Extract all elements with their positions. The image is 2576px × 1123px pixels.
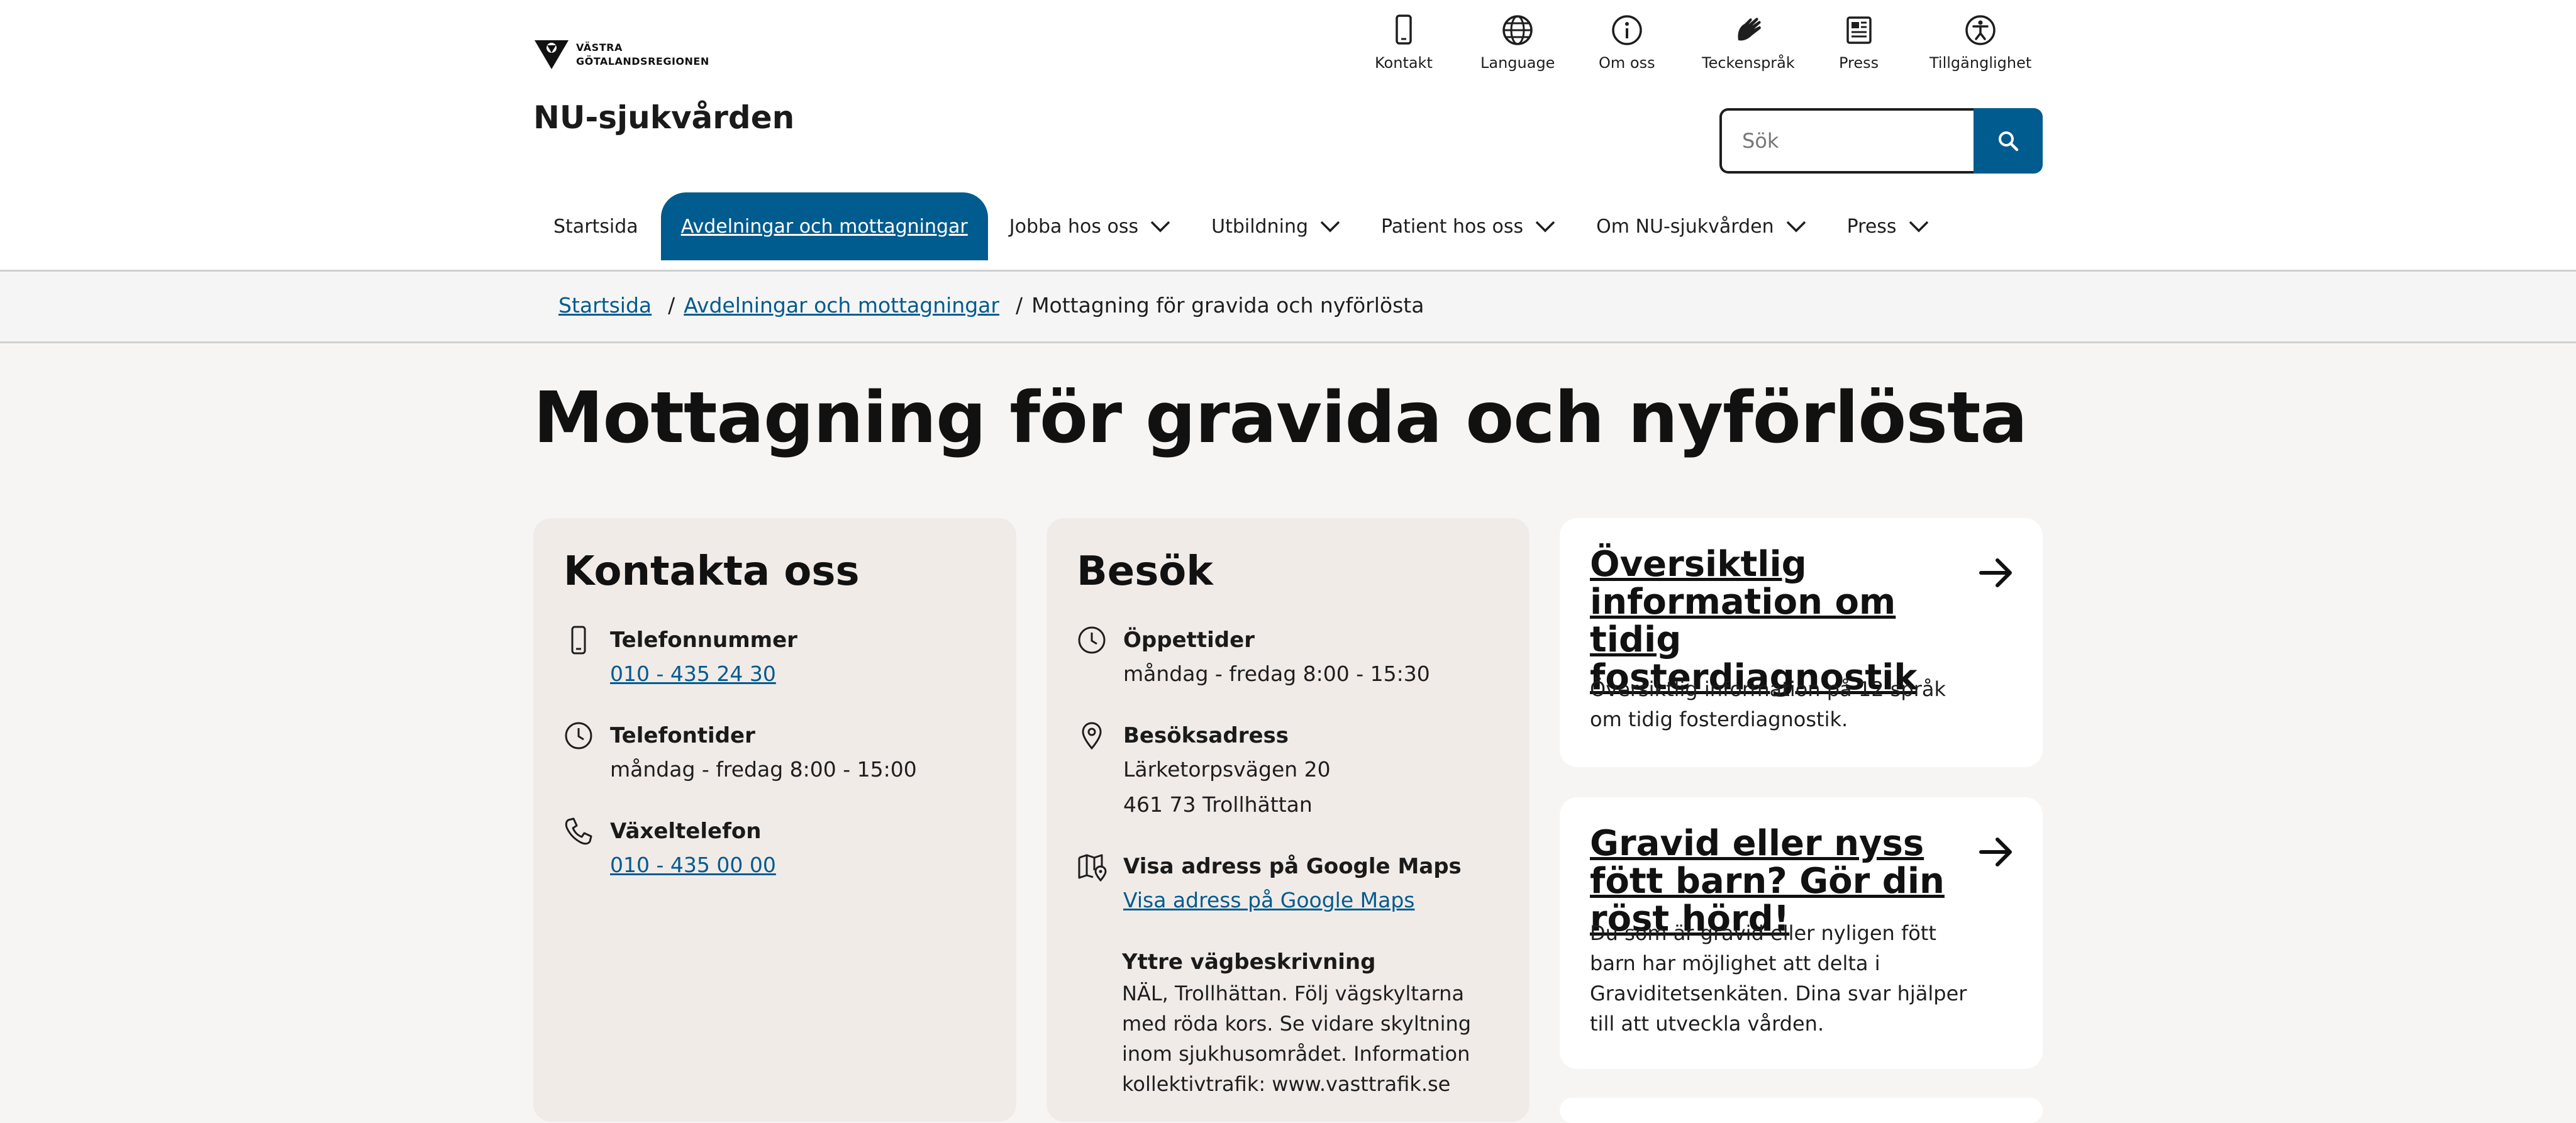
globe-icon [1502, 15, 1533, 45]
maps-label: Visa adress på Google Maps [1123, 854, 1462, 879]
newspaper-icon [1846, 16, 1872, 44]
logo-line1: VÄSTRA [576, 41, 623, 53]
visit-card: Besök Öppettider måndag - fredag 8:00 - … [1046, 518, 1530, 1122]
chevron-down-icon [1909, 221, 1928, 233]
phone-handset-icon [565, 817, 592, 845]
arrow-right-icon [1979, 838, 2012, 866]
main-nav: Startsida Avdelningar och mottagningar J… [533, 192, 1950, 260]
vgr-logo-icon [535, 40, 569, 69]
visit-maps-row: Visa adress på Google Maps Visa adress p… [1077, 850, 1462, 918]
open-hours-label: Öppettider [1123, 628, 1255, 653]
contact-hours-row: Telefontider måndag - fredag 8:00 - 15:0… [564, 719, 917, 787]
switchboard-link[interactable]: 010 - 435 00 00 [610, 848, 776, 883]
util-label: Tillgänglighet [1929, 54, 2032, 72]
util-label: Press [1839, 54, 1879, 72]
phone-label: Telefonnummer [610, 628, 797, 653]
nav-om-nu-sjukvarden[interactable]: Om NU-sjukvården [1576, 192, 1826, 260]
nav-startsida[interactable]: Startsida [533, 192, 658, 260]
clock-icon [565, 722, 592, 750]
phone-link[interactable]: 010 - 435 24 30 [610, 656, 797, 692]
nav-label: Startsida [553, 215, 638, 238]
visit-heading: Besök [1077, 548, 1213, 595]
directions-text: NÄL, Trollhättan. Följ vägskyltarna med … [1122, 982, 1472, 1096]
util-label: Teckenspråk [1702, 54, 1795, 72]
breadcrumb-section[interactable]: Avdelningar och mottagningar [684, 293, 999, 318]
breadcrumb-current: Mottagning för gravida och nyförlösta [1031, 293, 1424, 318]
search-input[interactable] [1719, 108, 1974, 174]
chevron-down-icon [1535, 221, 1555, 233]
nav-label: Press [1846, 215, 1897, 238]
mobile-phone-icon [1396, 14, 1412, 45]
search-form [1719, 108, 2043, 174]
chevron-down-icon [1150, 221, 1170, 233]
breadcrumb-separator: / [1015, 293, 1023, 318]
visit-directions-row: Yttre vägbeskrivning NÄL, Trollhättan. F… [1122, 946, 1506, 1099]
util-link-language[interactable]: Language [1480, 13, 1555, 72]
search-button[interactable] [1974, 108, 2043, 174]
chevron-down-icon [1786, 221, 1806, 233]
visit-address-row: Besöksadress Lärketorpsvägen 20 461 73 T… [1077, 719, 1331, 822]
contact-switchboard-row: Växeltelefon 010 - 435 00 00 [564, 815, 776, 883]
nav-patient-hos-oss[interactable]: Patient hos oss [1361, 192, 1576, 260]
map-icon [1078, 854, 1107, 882]
page-title: Mottagning för gravida och nyförlösta [533, 377, 2028, 459]
util-label: Kontakt [1375, 54, 1433, 72]
info-card-graviditetsenkat[interactable]: Gravid eller nyss fött barn? Gör din rös… [1560, 797, 2043, 1069]
info-card-fosterdiagnostik[interactable]: Översiktlig information om tidig fosterd… [1560, 518, 2043, 767]
nav-utbildning[interactable]: Utbildning [1191, 192, 1361, 260]
site-title[interactable]: NU-sjukvården [533, 99, 794, 136]
util-label: Om oss [1599, 54, 1655, 72]
hours-label: Telefontider [610, 723, 755, 748]
contact-phone-row: Telefonnummer 010 - 435 24 30 [564, 624, 797, 692]
switchboard-label: Växeltelefon [610, 819, 762, 844]
logo-line2: GÖTALANDSREGIONEN [576, 55, 709, 67]
clock-icon [1078, 626, 1106, 654]
accessibility-icon [1965, 15, 1996, 45]
info-card-partial[interactable] [1560, 1098, 2043, 1123]
info-card-text: Översiktlig information på 12 språk om t… [1590, 677, 1946, 731]
nav-jobba-hos-oss[interactable]: Jobba hos oss [989, 192, 1191, 260]
nav-press[interactable]: Press [1827, 192, 1950, 260]
util-link-press[interactable]: Press [1839, 13, 1879, 72]
util-label: Language [1480, 54, 1555, 72]
address-line2: 461 73 Trollhättan [1123, 792, 1313, 817]
nav-label: Om NU-sjukvården [1596, 215, 1774, 238]
nav-label: Jobba hos oss [1009, 215, 1139, 238]
util-link-kontakt[interactable]: Kontakt [1375, 13, 1433, 72]
util-link-tillganglighet[interactable]: Tillgänglighet [1929, 13, 2031, 72]
chevron-down-icon [1320, 221, 1340, 233]
nav-label: Avdelningar och mottagningar [680, 215, 968, 238]
util-link-om-oss[interactable]: Om oss [1599, 13, 1655, 72]
nav-avdelningar[interactable]: Avdelningar och mottagningar [660, 192, 988, 260]
breadcrumb-home[interactable]: Startsida [558, 293, 652, 318]
breadcrumb: Startsida / Avdelningar och mottagningar… [558, 293, 1424, 318]
address-line1: Lärketorpsvägen 20 [1123, 757, 1331, 782]
breadcrumb-separator: / [668, 293, 675, 318]
map-pin-icon [1082, 722, 1102, 750]
site-header: VÄSTRA GÖTALANDSREGIONEN NU-sjukvården K… [0, 0, 2576, 272]
info-card-text: Du som är gravid eller nyligen fött barn… [1590, 921, 1967, 1036]
arrow-right-icon [1979, 558, 2012, 587]
vgr-logo[interactable]: VÄSTRA GÖTALANDSREGIONEN [533, 38, 709, 72]
contact-card: Kontakta oss Telefonnummer 010 - 435 24 … [533, 518, 1016, 1122]
search-icon [1999, 131, 2019, 152]
open-hours-value: måndag - fredag 8:00 - 15:30 [1123, 661, 1430, 686]
visit-hours-row: Öppettider måndag - fredag 8:00 - 15:30 [1077, 624, 1430, 692]
util-link-teckensprak[interactable]: Teckenspråk [1702, 13, 1795, 72]
contact-heading: Kontakta oss [564, 548, 860, 595]
maps-link[interactable]: Visa adress på Google Maps [1123, 883, 1462, 918]
hours-value: måndag - fredag 8:00 - 15:00 [610, 757, 917, 782]
nav-label: Patient hos oss [1381, 215, 1524, 238]
mobile-phone-icon [571, 626, 586, 655]
info-icon [1612, 15, 1642, 45]
directions-label: Yttre vägbeskrivning [1122, 949, 1376, 975]
nav-label: Utbildning [1211, 215, 1309, 238]
address-label: Besöksadress [1123, 723, 1289, 748]
sign-language-icon [1738, 18, 1761, 41]
